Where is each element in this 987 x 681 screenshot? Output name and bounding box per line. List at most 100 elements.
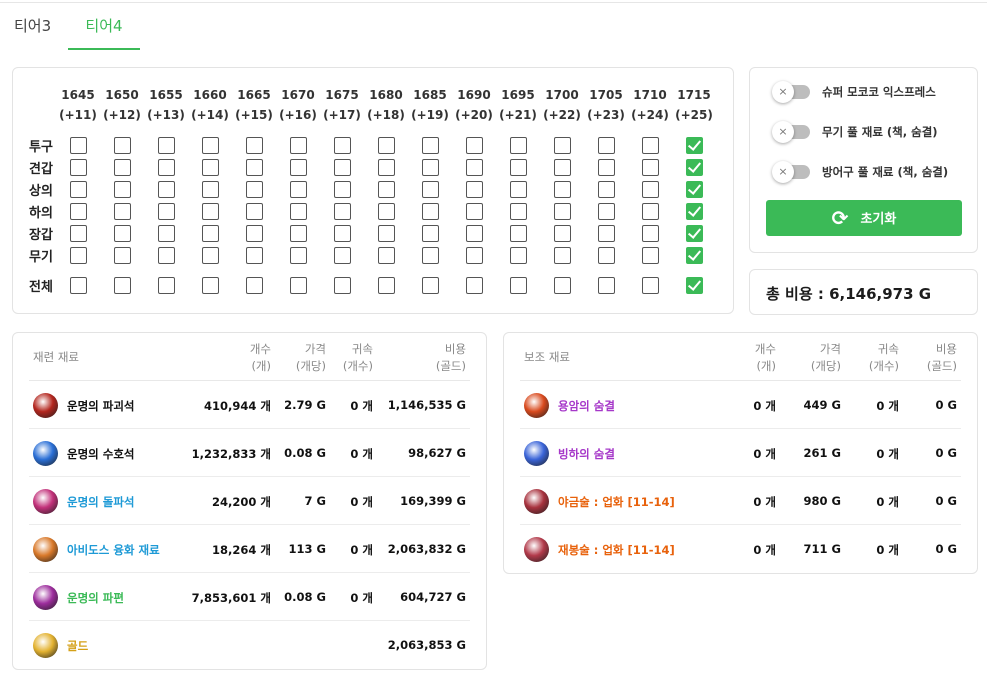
checkbox[interactable] bbox=[642, 137, 659, 154]
checkbox[interactable] bbox=[642, 159, 659, 176]
checkbox[interactable] bbox=[598, 181, 615, 198]
checkbox[interactable] bbox=[378, 225, 395, 242]
checkbox-checked[interactable] bbox=[686, 159, 703, 176]
checkbox[interactable] bbox=[598, 159, 615, 176]
checkbox[interactable] bbox=[378, 159, 395, 176]
checkbox[interactable] bbox=[378, 137, 395, 154]
checkbox[interactable] bbox=[598, 247, 615, 264]
checkbox[interactable] bbox=[158, 277, 175, 294]
checkbox[interactable] bbox=[202, 137, 219, 154]
checkbox[interactable] bbox=[422, 225, 439, 242]
checkbox[interactable] bbox=[158, 225, 175, 242]
checkbox[interactable] bbox=[642, 277, 659, 294]
checkbox[interactable] bbox=[466, 159, 483, 176]
checkbox[interactable] bbox=[642, 225, 659, 242]
checkbox[interactable] bbox=[554, 203, 571, 220]
checkbox[interactable] bbox=[554, 159, 571, 176]
checkbox[interactable] bbox=[466, 137, 483, 154]
checkbox[interactable] bbox=[554, 247, 571, 264]
checkbox[interactable] bbox=[202, 247, 219, 264]
checkbox[interactable] bbox=[202, 277, 219, 294]
checkbox[interactable] bbox=[510, 203, 527, 220]
checkbox[interactable] bbox=[290, 159, 307, 176]
checkbox[interactable] bbox=[510, 277, 527, 294]
checkbox[interactable] bbox=[334, 225, 351, 242]
checkbox[interactable] bbox=[246, 181, 263, 198]
checkbox[interactable] bbox=[334, 277, 351, 294]
checkbox[interactable] bbox=[554, 225, 571, 242]
checkbox[interactable] bbox=[510, 247, 527, 264]
checkbox[interactable] bbox=[598, 225, 615, 242]
checkbox[interactable] bbox=[554, 181, 571, 198]
checkbox-checked[interactable] bbox=[686, 137, 703, 154]
checkbox[interactable] bbox=[598, 277, 615, 294]
checkbox[interactable] bbox=[334, 203, 351, 220]
checkbox[interactable] bbox=[334, 247, 351, 264]
checkbox[interactable] bbox=[554, 137, 571, 154]
checkbox[interactable] bbox=[466, 225, 483, 242]
checkbox[interactable] bbox=[378, 181, 395, 198]
checkbox[interactable] bbox=[158, 137, 175, 154]
checkbox[interactable] bbox=[598, 203, 615, 220]
checkbox[interactable] bbox=[642, 203, 659, 220]
checkbox[interactable] bbox=[510, 159, 527, 176]
checkbox[interactable] bbox=[114, 225, 131, 242]
checkbox[interactable] bbox=[554, 277, 571, 294]
checkbox[interactable] bbox=[158, 247, 175, 264]
tab-tier3[interactable]: 티어3 bbox=[14, 14, 68, 52]
checkbox[interactable] bbox=[422, 247, 439, 264]
checkbox[interactable] bbox=[422, 277, 439, 294]
super-mokoko-toggle[interactable]: × bbox=[772, 81, 810, 103]
checkbox[interactable] bbox=[422, 159, 439, 176]
checkbox[interactable] bbox=[466, 247, 483, 264]
armor-full-material-toggle[interactable]: × bbox=[772, 161, 810, 183]
checkbox[interactable] bbox=[70, 137, 87, 154]
checkbox[interactable] bbox=[246, 203, 263, 220]
checkbox[interactable] bbox=[422, 203, 439, 220]
checkbox[interactable] bbox=[246, 137, 263, 154]
checkbox[interactable] bbox=[422, 137, 439, 154]
checkbox[interactable] bbox=[246, 159, 263, 176]
checkbox-checked[interactable] bbox=[686, 247, 703, 264]
checkbox[interactable] bbox=[510, 181, 527, 198]
checkbox[interactable] bbox=[290, 203, 307, 220]
checkbox-checked[interactable] bbox=[686, 181, 703, 198]
checkbox[interactable] bbox=[158, 181, 175, 198]
checkbox[interactable] bbox=[114, 181, 131, 198]
checkbox[interactable] bbox=[378, 203, 395, 220]
checkbox[interactable] bbox=[422, 181, 439, 198]
checkbox[interactable] bbox=[70, 247, 87, 264]
checkbox[interactable] bbox=[598, 137, 615, 154]
checkbox[interactable] bbox=[246, 277, 263, 294]
checkbox[interactable] bbox=[114, 203, 131, 220]
checkbox[interactable] bbox=[466, 277, 483, 294]
checkbox[interactable] bbox=[510, 225, 527, 242]
checkbox[interactable] bbox=[334, 159, 351, 176]
reset-button[interactable]: ⟳ 초기화 bbox=[766, 200, 962, 236]
checkbox[interactable] bbox=[70, 277, 87, 294]
checkbox[interactable] bbox=[202, 159, 219, 176]
checkbox[interactable] bbox=[202, 181, 219, 198]
weapon-full-material-toggle[interactable]: × bbox=[772, 121, 810, 143]
checkbox[interactable] bbox=[378, 247, 395, 264]
checkbox[interactable] bbox=[466, 203, 483, 220]
checkbox[interactable] bbox=[70, 225, 87, 242]
tab-tier4[interactable]: 티어4 bbox=[68, 14, 140, 52]
checkbox[interactable] bbox=[158, 159, 175, 176]
checkbox[interactable] bbox=[290, 181, 307, 198]
checkbox[interactable] bbox=[114, 137, 131, 154]
checkbox-checked[interactable] bbox=[686, 277, 703, 294]
checkbox[interactable] bbox=[466, 181, 483, 198]
checkbox[interactable] bbox=[246, 225, 263, 242]
checkbox[interactable] bbox=[70, 181, 87, 198]
checkbox[interactable] bbox=[202, 225, 219, 242]
checkbox[interactable] bbox=[334, 181, 351, 198]
checkbox[interactable] bbox=[334, 137, 351, 154]
checkbox[interactable] bbox=[290, 247, 307, 264]
checkbox[interactable] bbox=[246, 247, 263, 264]
checkbox[interactable] bbox=[290, 225, 307, 242]
checkbox[interactable] bbox=[290, 277, 307, 294]
checkbox[interactable] bbox=[642, 181, 659, 198]
checkbox[interactable] bbox=[70, 203, 87, 220]
checkbox[interactable] bbox=[114, 159, 131, 176]
